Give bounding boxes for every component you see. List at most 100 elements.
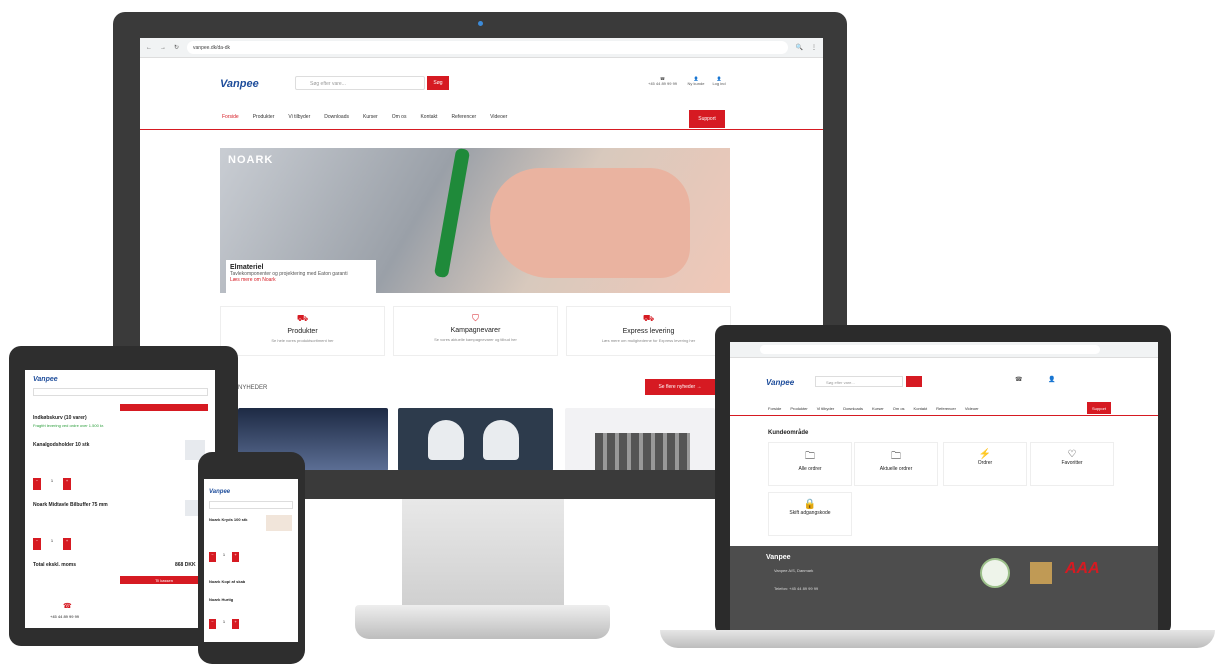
tab-button[interactable]	[120, 404, 208, 411]
support-button[interactable]: Support	[1087, 402, 1111, 414]
feature-campaigns[interactable]: ⛉ Kampagnevarer Se vores aktuelle kampag…	[393, 306, 558, 356]
site-logo[interactable]: Vanpee	[209, 489, 230, 495]
search-button[interactable]: Søg	[427, 76, 449, 90]
nav-item[interactable]: Videoer	[490, 114, 507, 120]
nav-item[interactable]: Forside	[222, 114, 239, 120]
qty-stepper[interactable]: − 1 +	[33, 478, 71, 490]
nav-item[interactable]: Produkter	[790, 406, 807, 411]
hero-caption: Elmateriel Tavlekomponenter og projekter…	[226, 260, 376, 295]
decrease-button[interactable]: −	[33, 538, 41, 550]
main-nav: Forside Produkter Vi tilbyder Downloads …	[768, 406, 979, 411]
footer-address: Vanpee A/S, Danmark	[774, 568, 814, 573]
back-icon[interactable]: ←	[146, 45, 152, 51]
nav-item[interactable]: Downloads	[843, 406, 863, 411]
header-new-customer[interactable]: 👤 Ny kunde	[685, 76, 707, 86]
certification-seal	[980, 558, 1010, 588]
main-nav: Forside Produkter Vi tilbyder Downloads …	[222, 114, 507, 120]
nav-item[interactable]: Downloads	[324, 114, 349, 120]
laptop-base	[660, 630, 1215, 648]
menu-icon[interactable]: ⋮	[811, 44, 817, 51]
cart-item-title[interactable]: Noark Midtavle Bilbuffer 75 mm	[33, 502, 173, 508]
reload-icon[interactable]: ↻	[174, 44, 179, 51]
decrease-button[interactable]: −	[33, 478, 41, 490]
nav-item[interactable]: Vi tilbyder	[817, 406, 835, 411]
truck-icon: ⛟	[296, 313, 309, 323]
search-button[interactable]	[906, 376, 922, 387]
nav-item[interactable]: Kurser	[363, 114, 378, 120]
support-button[interactable]: Support	[689, 110, 725, 128]
header-login[interactable]: 👤 Log ind	[708, 76, 730, 86]
nav-item[interactable]: Referencer	[936, 406, 956, 411]
card-current-orders[interactable]: 🗀 Aktuelle ordrer	[854, 442, 938, 486]
address-bar[interactable]: vanpee.dk/da-dk	[187, 41, 788, 54]
nav-item[interactable]: Forside	[768, 406, 781, 411]
list-item-title[interactable]: Noark Hurtig	[209, 597, 264, 602]
search-input[interactable]: Søg efter vare...	[295, 76, 425, 90]
browser-toolbar: ← → ↻ vanpee.dk/da-dk 🔍 ⋮	[140, 38, 823, 58]
address-bar[interactable]	[760, 345, 1100, 354]
list-item-title[interactable]: Noark Kopi af skab	[209, 579, 264, 584]
qty-stepper[interactable]: − 1 +	[209, 552, 239, 562]
more-news-button[interactable]: Se flere nyheder →	[645, 379, 715, 395]
monitor-stand-base	[355, 605, 610, 639]
delivery-icon: ⛟	[642, 313, 655, 323]
news-tile[interactable]	[398, 408, 553, 471]
increase-button[interactable]: +	[232, 619, 239, 629]
footer-phone[interactable]: +45 44 89 99 99	[50, 614, 79, 619]
feature-express[interactable]: ⛟ Express levering Læs mere om mulighede…	[566, 306, 731, 356]
site-logo[interactable]: Vanpee	[33, 376, 58, 383]
phone-icon[interactable]: ☎	[1015, 376, 1022, 383]
nav-item[interactable]: Om os	[392, 114, 407, 120]
cart-item-title[interactable]: Kanalgodsholder 10 stk	[33, 442, 173, 448]
search-input[interactable]	[33, 388, 208, 396]
news-heading: NYHEDER	[238, 385, 268, 391]
user-icon[interactable]: 👤	[1048, 376, 1055, 383]
card-change-password[interactable]: 🔒 Skift adgangskode	[768, 492, 852, 536]
total-value: 868 DKK	[175, 562, 196, 568]
nav-item[interactable]: Kontakt	[914, 406, 928, 411]
nav-item[interactable]: Vi tilbyder	[288, 114, 310, 120]
footer-contact: Telefon: +45 44 89 99 99	[774, 586, 819, 591]
cart-title: Indkøbskurv (10 varer)	[33, 415, 87, 421]
search-input[interactable]: Søg efter vare...	[815, 376, 903, 387]
lock-icon: 🔒	[803, 499, 817, 510]
header-phone[interactable]: ☎ +45 44 89 99 99	[645, 76, 680, 86]
increase-button[interactable]: +	[232, 552, 239, 562]
nav-item[interactable]: Produkter	[253, 114, 275, 120]
folder-icon: 🗀	[891, 451, 901, 462]
search-input[interactable]	[209, 501, 293, 509]
card-favorites[interactable]: ♡ Favoritter	[1030, 442, 1114, 486]
card-all-orders[interactable]: 🗀 Alle ordrer	[768, 442, 852, 486]
feature-products[interactable]: ⛟ Produkter Se hele vores produktsortime…	[220, 306, 385, 356]
nav-item[interactable]: Kontakt	[420, 114, 437, 120]
qty-stepper[interactable]: − 1 +	[33, 538, 71, 550]
increase-button[interactable]: +	[63, 538, 71, 550]
nav-item[interactable]: Videoer	[965, 406, 979, 411]
camera-dot	[478, 21, 483, 26]
decrease-button[interactable]: −	[209, 552, 216, 562]
checkout-button[interactable]: Til kassen	[120, 576, 208, 584]
header-divider	[140, 129, 823, 130]
hand-image	[490, 168, 690, 278]
qty-stepper[interactable]: − 1 +	[209, 619, 239, 629]
nav-item[interactable]: Referencer	[451, 114, 476, 120]
phone-icon: ☎	[63, 603, 72, 610]
news-tile[interactable]	[565, 408, 715, 471]
list-item-title[interactable]: Noark Kryds 100 stk	[209, 517, 264, 522]
site-footer: Vanpee Vanpee A/S, Danmark Telefon: +45 …	[730, 546, 1158, 632]
product-thumb	[266, 515, 292, 531]
increase-button[interactable]: +	[63, 478, 71, 490]
site-logo[interactable]: Vanpee	[220, 78, 259, 90]
footer-logo: Vanpee	[766, 554, 791, 561]
hero-link[interactable]: Læs mere om Noark	[230, 277, 372, 283]
zoom-icon[interactable]: 🔍	[796, 44, 803, 51]
forward-icon[interactable]: →	[160, 45, 166, 51]
decrease-button[interactable]: −	[209, 619, 216, 629]
card-orders[interactable]: ⚡ Ordrer	[943, 442, 1027, 486]
site-logo[interactable]: Vanpee	[766, 378, 794, 387]
phone-screen: Vanpee Noark Kryds 100 stk − 1 + Noark K…	[204, 479, 298, 642]
nav-item[interactable]: Kurser	[872, 406, 884, 411]
sensor-image	[428, 420, 464, 460]
nav-item[interactable]: Om os	[893, 406, 905, 411]
monitor-stand	[402, 499, 564, 609]
